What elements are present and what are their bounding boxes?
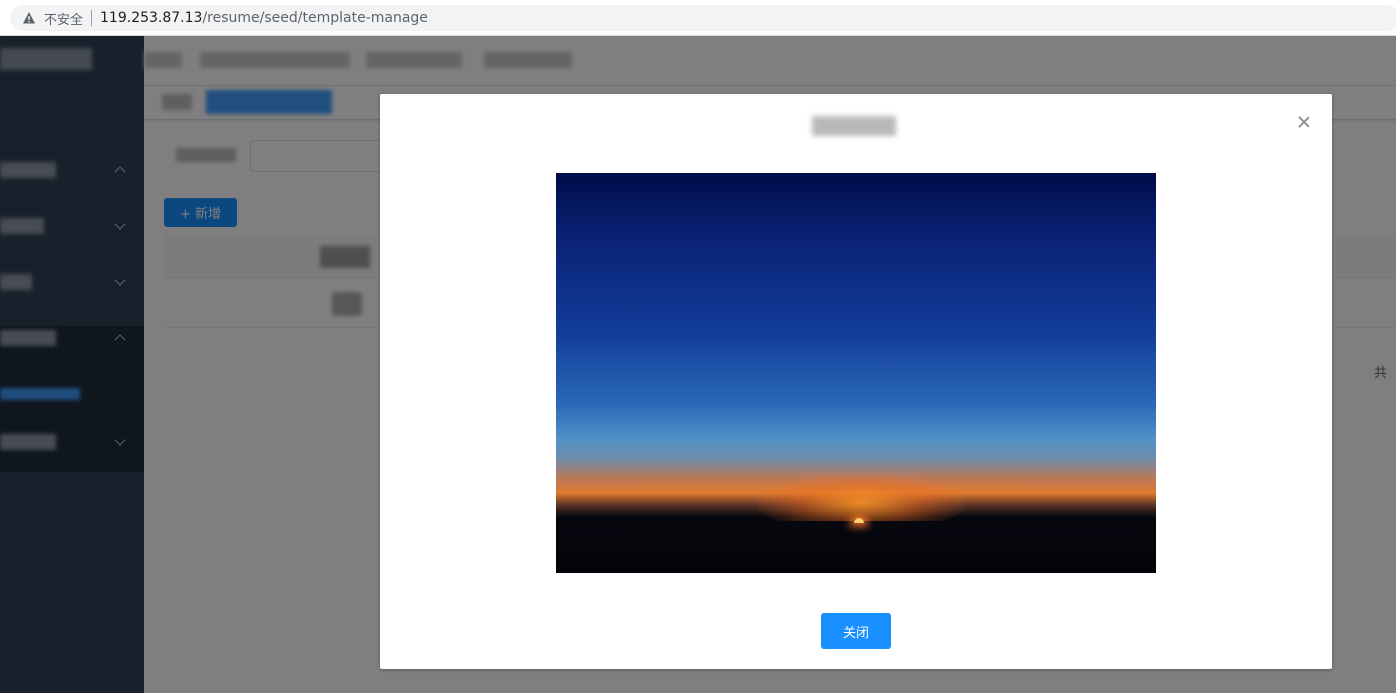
- browser-address-bar: 不安全 119.253.87.13/resume/seed/template-m…: [0, 0, 1396, 36]
- close-button[interactable]: 关闭: [821, 613, 891, 649]
- horizon-ground: [556, 521, 1156, 573]
- url-host: 119.253.87.13: [100, 10, 203, 26]
- dialog-title: [812, 116, 896, 136]
- warning-icon: [23, 12, 35, 24]
- close-icon[interactable]: [1296, 114, 1312, 130]
- preview-image: [556, 173, 1156, 573]
- divider: [91, 10, 93, 26]
- security-status[interactable]: 不安全: [44, 9, 83, 28]
- url-field[interactable]: 不安全 119.253.87.13/resume/seed/template-m…: [10, 5, 1396, 31]
- preview-dialog: 关闭: [380, 94, 1332, 669]
- url-path: /resume/seed/template-manage: [202, 10, 428, 26]
- sun: [854, 518, 864, 523]
